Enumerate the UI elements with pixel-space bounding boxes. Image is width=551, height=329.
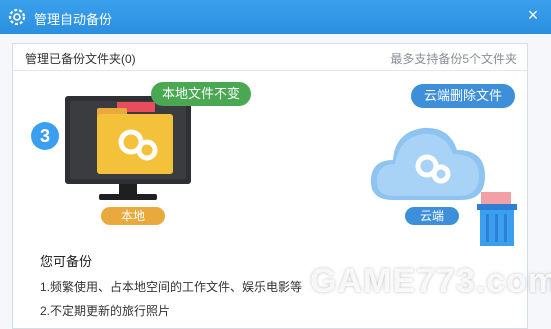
gear-icon [8,8,26,26]
panel-header: 管理已备份文件夹(0) 最多支持备份5个文件夹 [13,44,527,71]
description-item: 1.频繁使用、占本地空间的工作文件、娱乐电影等 [40,280,303,294]
title-bar: 管理自动备份 × [0,0,551,34]
description-item: 2.不定期更新的旅行照片 [40,304,171,318]
local-label: 本地 [101,207,165,225]
folder-icon [97,102,173,174]
cloud-label: 云端 [405,207,459,225]
panel-hint: 最多支持备份5个文件夹 [390,52,517,66]
cloud-bubble: 云端删除文件 [411,84,515,108]
description-heading: 您可备份 [40,254,93,269]
step-badge: 3 [31,122,59,150]
watermark: GAME773.com [310,262,551,300]
window-title: 管理自动备份 [34,12,113,27]
cloud-icon [370,127,485,200]
close-icon[interactable]: × [523,5,543,25]
local-bubble: 本地文件不变 [151,82,251,106]
trash-icon [477,192,517,246]
panel-title: 管理已备份文件夹(0) [25,52,136,66]
